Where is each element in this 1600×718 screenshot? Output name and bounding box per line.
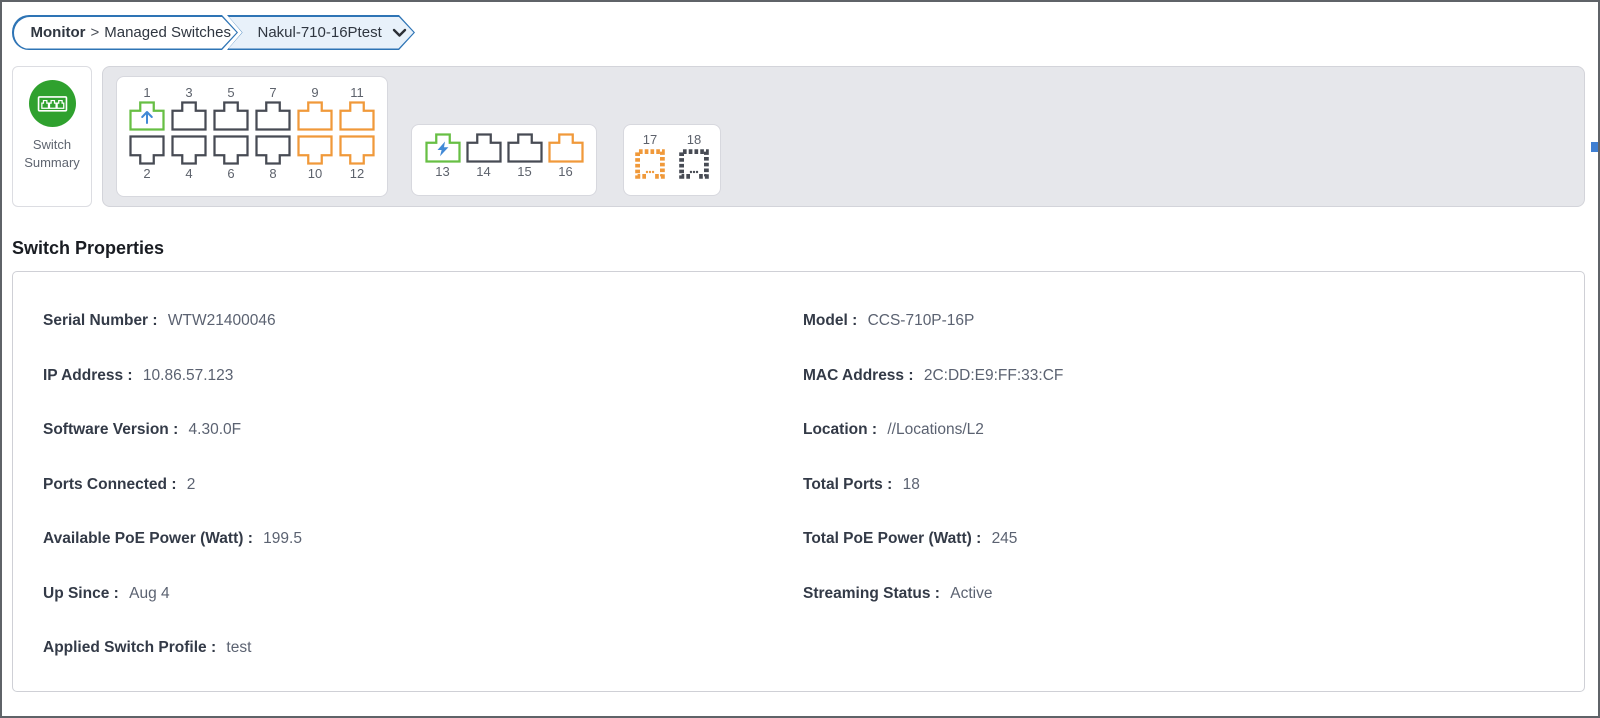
port-number: 13 bbox=[435, 164, 450, 179]
port-number: 12 bbox=[349, 166, 365, 181]
port-number: 7 bbox=[269, 85, 277, 100]
switch-summary-label: Switch Summary bbox=[24, 137, 80, 171]
prop-up-since: Up Since : Aug 4 bbox=[43, 584, 170, 602]
breadcrumb-device[interactable]: Nakul-710-16Ptest bbox=[258, 24, 382, 41]
prop-label: Total Ports bbox=[803, 475, 883, 493]
app-window: Monitor > Managed Switches Nakul-710-16P… bbox=[0, 0, 1600, 718]
port-number: 3 bbox=[185, 85, 193, 100]
port-number: 15 bbox=[517, 164, 532, 179]
prop-total-ports: Total Ports : 18 bbox=[803, 475, 920, 493]
prop-value: 245 bbox=[991, 530, 1018, 548]
prop-model: Model : CCS-710P-16P bbox=[803, 312, 975, 330]
port-11[interactable] bbox=[339, 101, 375, 131]
prop-value: 10.86.57.123 bbox=[142, 366, 234, 384]
prop-label: Ports Connected bbox=[43, 475, 168, 493]
breadcrumb: Monitor > Managed Switches Nakul-710-16P… bbox=[12, 15, 415, 50]
prop-value: WTW21400046 bbox=[167, 312, 276, 330]
prop-value: 18 bbox=[902, 475, 920, 493]
breadcrumb-device-segment[interactable]: Nakul-710-16Ptest bbox=[227, 15, 415, 50]
port-2[interactable] bbox=[129, 135, 165, 165]
port-15[interactable] bbox=[507, 133, 543, 163]
port-number: 4 bbox=[185, 166, 193, 181]
port-17-sfp[interactable] bbox=[634, 148, 666, 180]
prop-value: 2 bbox=[186, 475, 196, 493]
port-12[interactable] bbox=[339, 135, 375, 165]
prop-software-version: Software Version : 4.30.0F bbox=[43, 421, 242, 439]
edge-blue-marker bbox=[1591, 142, 1598, 152]
prop-value: Active bbox=[950, 584, 993, 602]
prop-label: Applied Switch Profile bbox=[43, 639, 207, 657]
prop-label: Up Since bbox=[43, 584, 110, 602]
port-13[interactable] bbox=[425, 133, 461, 163]
prop-value: 4.30.0F bbox=[188, 421, 242, 439]
breadcrumb-monitor-segment[interactable]: Monitor > Managed Switches bbox=[12, 15, 238, 50]
port-number: 18 bbox=[686, 132, 702, 147]
switch-summary-button[interactable]: Switch Summary bbox=[12, 66, 92, 207]
prop-streaming-status: Streaming Status : Active bbox=[803, 584, 993, 602]
ports-panel: 1 3 5 7 9 11 2 4 6 8 10 12 13 14 15 16 1… bbox=[102, 66, 1585, 207]
port-7[interactable] bbox=[255, 101, 291, 131]
port-9[interactable] bbox=[297, 101, 333, 131]
prop-ports-connected: Ports Connected : 2 bbox=[43, 475, 196, 493]
prop-label: Software Version bbox=[43, 421, 169, 439]
breadcrumb-separator: > bbox=[90, 24, 100, 41]
switch-summary-icon bbox=[28, 80, 76, 127]
prop-total-poe-power: Total PoE Power (Watt) : 245 bbox=[803, 530, 1018, 548]
port-number: 14 bbox=[476, 164, 491, 179]
prop-ip-address: IP Address : 10.86.57.123 bbox=[43, 366, 234, 384]
port-group-17-18: 17 18 bbox=[623, 124, 721, 196]
switch-properties-panel: Serial Number : WTW21400046 Model : CCS-… bbox=[12, 271, 1585, 692]
chevron-down-icon[interactable] bbox=[392, 28, 407, 38]
prop-mac-address: MAC Address : 2C:DD:E9:FF:33:CF bbox=[803, 366, 1064, 384]
port-number: 8 bbox=[269, 166, 277, 181]
page-title: Switch Properties bbox=[12, 238, 165, 258]
port-4[interactable] bbox=[171, 135, 207, 165]
port-number: 17 bbox=[642, 132, 658, 147]
port-number: 6 bbox=[227, 166, 235, 181]
prop-label: IP Address bbox=[43, 366, 124, 384]
port-number: 1 bbox=[143, 85, 151, 100]
port-number: 11 bbox=[350, 85, 364, 100]
port-1[interactable] bbox=[129, 101, 165, 131]
prop-serial-number: Serial Number : WTW21400046 bbox=[43, 312, 276, 330]
prop-value: Aug 4 bbox=[129, 584, 170, 602]
poe-lightning-icon bbox=[436, 141, 450, 162]
port-8[interactable] bbox=[255, 135, 291, 165]
port-10[interactable] bbox=[297, 135, 333, 165]
prop-available-poe-power: Available PoE Power (Watt) : 199.5 bbox=[43, 530, 302, 548]
uplink-arrow-icon bbox=[139, 108, 155, 130]
prop-value: 2C:DD:E9:FF:33:CF bbox=[923, 366, 1064, 384]
port-group-1-12: 1 3 5 7 9 11 2 4 6 8 10 12 bbox=[116, 76, 388, 197]
prop-label: MAC Address bbox=[803, 366, 905, 384]
port-16[interactable] bbox=[548, 133, 584, 163]
port-3[interactable] bbox=[171, 101, 207, 131]
port-6[interactable] bbox=[213, 135, 249, 165]
port-number: 5 bbox=[227, 85, 235, 100]
prop-value: test bbox=[226, 639, 252, 657]
prop-empty-cell bbox=[803, 621, 1584, 676]
port-number: 2 bbox=[143, 166, 151, 181]
prop-location: Location : //Locations/L2 bbox=[803, 421, 984, 439]
prop-value: 199.5 bbox=[263, 530, 302, 548]
prop-value: CCS-710P-16P bbox=[867, 312, 975, 330]
breadcrumb-section[interactable]: Monitor bbox=[31, 24, 86, 41]
port-18-sfp[interactable] bbox=[678, 148, 710, 180]
port-14[interactable] bbox=[466, 133, 502, 163]
port-group-13-16: 13 14 15 16 bbox=[411, 124, 597, 196]
prop-label: Location bbox=[803, 421, 868, 439]
prop-label: Total PoE Power (Watt) bbox=[803, 530, 972, 548]
prop-value: //Locations/L2 bbox=[887, 421, 984, 439]
prop-label: Model bbox=[803, 312, 848, 330]
prop-label: Available PoE Power (Watt) bbox=[43, 530, 244, 548]
prop-label: Streaming Status bbox=[803, 584, 931, 602]
port-number: 9 bbox=[311, 85, 319, 100]
prop-label: Serial Number bbox=[43, 312, 149, 330]
port-5[interactable] bbox=[213, 101, 249, 131]
port-number: 16 bbox=[558, 164, 573, 179]
prop-applied-switch-profile: Applied Switch Profile : test bbox=[43, 639, 252, 657]
breadcrumb-parent[interactable]: Managed Switches bbox=[104, 24, 231, 41]
port-number: 10 bbox=[307, 166, 323, 181]
